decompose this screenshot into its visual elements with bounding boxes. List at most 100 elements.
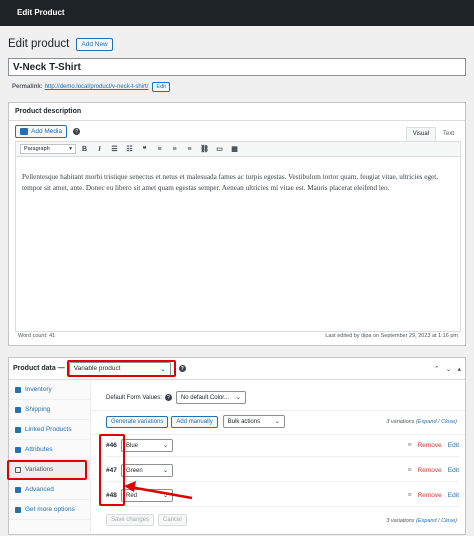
tab-visual[interactable]: Visual	[405, 127, 436, 141]
save-changes-button[interactable]: Save changes	[106, 514, 155, 526]
add-media-button[interactable]: Add Media	[15, 125, 68, 138]
close-paren: )	[455, 419, 457, 425]
variation-row[interactable]: #46 Blue ⌄ ≡ Remove Edit	[106, 435, 459, 457]
align-left-icon[interactable]: ≡	[153, 146, 166, 153]
top-bar-title: Edit Product	[17, 8, 65, 17]
last-edited: Last edited by dipa on September 29, 202…	[325, 333, 458, 339]
bulleted-list-icon[interactable]: ☰	[108, 145, 121, 153]
add-new-button[interactable]: Add New	[76, 37, 113, 51]
variation-color-value: Blue	[126, 442, 139, 449]
tab-text[interactable]: Text	[436, 127, 461, 141]
sidebar-item-linked-products[interactable]: Linked Products	[9, 420, 90, 440]
drag-handle-icon[interactable]: ≡	[407, 467, 411, 474]
product-title-input[interactable]	[8, 58, 466, 76]
expand-link[interactable]: Expand	[418, 419, 437, 425]
variation-count: 3 variations (Expand / Close)	[386, 419, 457, 425]
remove-link[interactable]: Remove	[418, 442, 442, 449]
remove-link[interactable]: Remove	[418, 467, 442, 474]
plugin-icon	[15, 506, 21, 513]
shipping-icon	[15, 406, 21, 413]
chevron-down-icon: ⌄	[162, 493, 168, 499]
help-icon[interactable]: ?	[73, 128, 81, 135]
close-link[interactable]: Close	[441, 518, 455, 524]
product-data-label: Product data —	[13, 365, 65, 372]
page-heading: Edit product Add New	[8, 36, 113, 52]
expand-link[interactable]: Expand	[418, 518, 437, 524]
variation-row[interactable]: #48 Red ⌄ ≡ Remove Edit	[106, 485, 459, 507]
close-paren: )	[455, 518, 457, 524]
variation-color-value: Green	[126, 467, 143, 474]
description-content[interactable]: Pellentesque habitant morbi tristique se…	[15, 157, 461, 332]
inventory-icon	[15, 386, 21, 393]
bold-icon[interactable]: B	[78, 146, 91, 153]
add-media-label: Add Media	[31, 128, 63, 135]
gear-icon	[15, 486, 21, 493]
variations-panel: Default Form Values: ? No default Color.…	[91, 380, 465, 534]
format-select[interactable]: Paragraph ▾	[20, 144, 76, 154]
permalink-row: Permalink: http://demo.local/product/v-n…	[12, 82, 170, 92]
edit-link[interactable]: Edit	[448, 442, 459, 449]
edit-link[interactable]: Edit	[448, 467, 459, 474]
toolbar-toggle-icon[interactable]: ▦	[228, 145, 241, 153]
variation-count-text: 3 variations (	[386, 419, 418, 425]
numbered-list-icon[interactable]: ☷	[123, 145, 136, 153]
italic-icon[interactable]: I	[93, 146, 106, 153]
media-icon	[20, 128, 28, 135]
chevron-down-icon: ⌄	[160, 365, 166, 373]
variation-color-select[interactable]: Red ⌄	[121, 489, 173, 502]
permalink-link[interactable]: http://demo.local/product/v-neck-t-shirt…	[45, 84, 149, 90]
description-box-title: Product description	[9, 103, 465, 121]
product-type-select[interactable]: Variable product ⌄	[68, 361, 171, 376]
collapse-icon[interactable]: ▴	[457, 365, 461, 373]
variation-count-footer: 3 variations (Expand / Close)	[386, 518, 457, 524]
generate-variations-button[interactable]: Generate variations	[106, 415, 169, 428]
variation-id: #47	[106, 467, 117, 474]
sidebar-item-shipping[interactable]: Shipping	[9, 400, 90, 420]
editor-status-bar: Word count: 41 Last edited by dipa on Se…	[15, 331, 461, 341]
variation-color-select[interactable]: Blue ⌄	[121, 439, 173, 452]
product-type-value: Variable product	[73, 365, 121, 372]
divider	[91, 410, 465, 411]
move-down-icon[interactable]: ⌄	[446, 365, 452, 373]
nav-label: Shipping	[25, 406, 51, 413]
move-up-icon[interactable]: ⌃	[434, 365, 440, 373]
sidebar-item-advanced[interactable]: Advanced	[9, 480, 90, 500]
remove-link[interactable]: Remove	[418, 492, 442, 499]
variation-row[interactable]: #47 Green ⌄ ≡ Remove Edit	[106, 460, 459, 482]
add-manually-button[interactable]: Add manually	[171, 415, 218, 428]
default-color-select[interactable]: No default Color... ⌄	[175, 391, 246, 404]
help-icon[interactable]: ?	[178, 365, 186, 372]
close-link[interactable]: Close	[441, 419, 455, 425]
variation-row-actions: ≡ Remove Edit	[407, 492, 459, 499]
more-tag-icon[interactable]: ▭	[213, 145, 226, 153]
blockquote-icon[interactable]: ❝	[138, 145, 151, 153]
admin-top-bar: Edit Product	[0, 0, 474, 26]
sidebar-item-get-more-options[interactable]: Get more options	[9, 500, 90, 520]
link-icon[interactable]: ⛓	[198, 145, 211, 153]
format-select-value: Paragraph	[24, 146, 50, 152]
nav-label: Variations	[25, 466, 54, 473]
sidebar-item-attributes[interactable]: Attributes	[9, 440, 90, 460]
sidebar-item-inventory[interactable]: Inventory	[9, 380, 90, 400]
drag-handle-icon[interactable]: ≡	[407, 442, 411, 449]
help-icon[interactable]: ?	[164, 394, 172, 401]
align-center-icon[interactable]: ≡	[168, 146, 181, 153]
chevron-down-icon: ⌄	[235, 395, 241, 401]
nav-label: Linked Products	[25, 426, 72, 433]
edit-link[interactable]: Edit	[448, 492, 459, 499]
grid-icon	[15, 466, 21, 473]
nav-label: Advanced	[25, 486, 54, 493]
sidebar-item-variations[interactable]: Variations	[9, 460, 90, 480]
permalink-label: Permalink:	[12, 84, 43, 90]
default-form-values-row: Default Form Values: ? No default Color.…	[106, 391, 246, 404]
bulk-actions-select[interactable]: Bulk actions ⌄	[222, 415, 285, 428]
attributes-icon	[15, 446, 21, 453]
variation-color-value: Red	[126, 492, 138, 499]
drag-handle-icon[interactable]: ≡	[407, 492, 411, 499]
variation-color-select[interactable]: Green ⌄	[121, 464, 173, 477]
product-data-header: Product data — Variable product ⌄ ? ⌃ ⌄ …	[9, 358, 465, 380]
align-right-icon[interactable]: ≡	[183, 146, 196, 153]
cancel-button[interactable]: Cancel	[158, 514, 187, 526]
permalink-edit-button[interactable]: Edit	[152, 82, 170, 92]
chevron-down-icon: ⌄	[162, 468, 168, 474]
